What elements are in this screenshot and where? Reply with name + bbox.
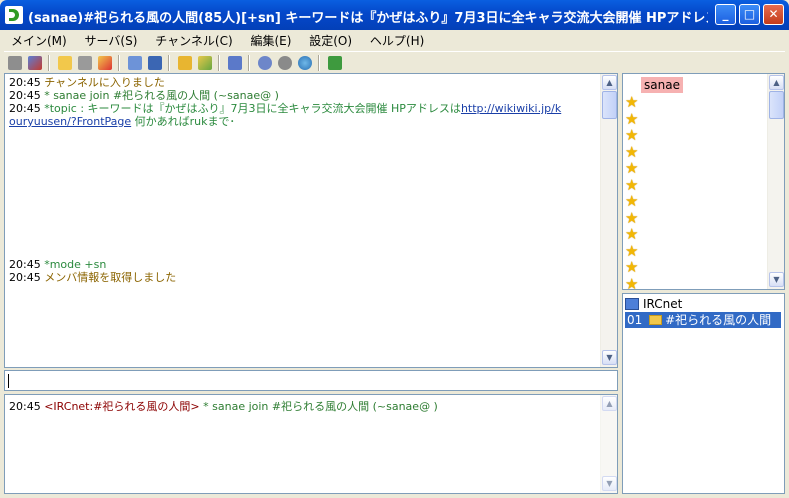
lock-icon[interactable] bbox=[176, 54, 194, 72]
topic-link[interactable]: http://wikiwiki.jp/k bbox=[461, 102, 561, 115]
menu-server[interactable]: サーバ(S) bbox=[78, 30, 145, 50]
log-text: * sanae join #祀られる風の人間 (~sanae@ ) bbox=[199, 400, 438, 413]
close-button[interactable]: ✕ bbox=[763, 4, 784, 25]
star-icon: ★ bbox=[625, 93, 639, 111]
scroll-down-arrow[interactable]: ▼ bbox=[769, 272, 784, 287]
monitor-icon[interactable] bbox=[146, 54, 164, 72]
window-icon[interactable] bbox=[126, 54, 144, 72]
scroll-up-arrow[interactable]: ▲ bbox=[602, 75, 617, 90]
folder-icon bbox=[649, 315, 663, 325]
scroll-thumb[interactable] bbox=[602, 91, 617, 119]
globe-icon[interactable] bbox=[296, 54, 314, 72]
disconnect-icon[interactable] bbox=[6, 54, 24, 72]
topic-link[interactable]: ouryuusen/?FrontPage bbox=[9, 115, 131, 128]
title-bar[interactable]: (sanae)#祀られる風の人間(85人)[+sn] キーワードは『かぜはふり』… bbox=[0, 0, 789, 30]
channel-name: #祀られる風の人間 bbox=[665, 313, 772, 327]
log-line: ouryuusen/?FrontPage 何かあればrukまで･ bbox=[5, 115, 599, 128]
star-icon: ★ bbox=[625, 109, 639, 128]
chat-scrollbar[interactable]: ▲ ▼ bbox=[600, 74, 617, 367]
server-log-scrollbar[interactable]: ▲ ▼ bbox=[600, 395, 617, 493]
chat-log[interactable]: 20:45 チャンネルに入りました 20:45 * sanae join #祀ら… bbox=[4, 73, 618, 368]
log-text: *topic : キーワードは『かぜはふり』7月3日に全キャラ交流大会開催 HP… bbox=[44, 102, 461, 115]
toolbar-separator bbox=[248, 55, 250, 71]
edit-icon[interactable] bbox=[196, 54, 214, 72]
message-input[interactable] bbox=[4, 370, 618, 391]
nick-list[interactable]: sanae ★ ★ ★ ★ ★ ★ ★ ★ ★ ★ ★ ★ ▲ ▼ bbox=[622, 73, 785, 290]
scroll-up-arrow[interactable]: ▲ bbox=[602, 396, 617, 411]
scroll-down-arrow[interactable]: ▼ bbox=[602, 350, 617, 365]
channel-number: 01 bbox=[627, 313, 643, 327]
log-text: メンバ情報を取得しました bbox=[44, 271, 177, 284]
star-icon: ★ bbox=[625, 192, 639, 210]
app-icon[interactable] bbox=[5, 6, 23, 24]
star-icon: ★ bbox=[625, 274, 639, 290]
window-title: (sanae)#祀られる風の人間(85人)[+sn] キーワードは『かぜはふり』… bbox=[28, 11, 708, 26]
menu-settings[interactable]: 設定(O) bbox=[302, 30, 359, 50]
star-icon: ★ bbox=[625, 126, 639, 144]
log-line: 20:45 メンバ情報を取得しました bbox=[5, 271, 599, 284]
log-text: 何かあればrukまで･ bbox=[131, 115, 236, 128]
star-icon: ★ bbox=[625, 241, 639, 260]
maximize-button[interactable]: □ bbox=[739, 4, 760, 25]
scroll-up-arrow[interactable]: ▲ bbox=[769, 75, 784, 90]
log-line: 20:45 *mode +sn bbox=[5, 258, 599, 271]
export-icon[interactable] bbox=[326, 54, 344, 72]
log-time: 20:45 bbox=[9, 76, 41, 89]
log-time: 20:45 bbox=[9, 102, 41, 115]
log-text: チャンネルに入りました bbox=[44, 76, 165, 89]
log-time: 20:45 bbox=[9, 271, 41, 284]
menu-main[interactable]: メイン(M) bbox=[4, 30, 74, 50]
computer-icon bbox=[625, 298, 639, 310]
menu-channel[interactable]: チャンネル(C) bbox=[148, 30, 239, 50]
log-time: 20:45 bbox=[9, 89, 41, 102]
scroll-thumb[interactable] bbox=[769, 91, 784, 119]
check-icon[interactable] bbox=[226, 54, 244, 72]
log-text: *mode +sn bbox=[44, 258, 107, 271]
toolbar-separator bbox=[218, 55, 220, 71]
nick-scrollbar[interactable]: ▲ ▼ bbox=[767, 74, 784, 289]
toolbar-separator bbox=[48, 55, 50, 71]
server-name: IRCnet bbox=[643, 297, 683, 311]
star-icon: ★ bbox=[625, 258, 639, 276]
log-line: 20:45 <IRCnet:#祀られる風の人間> * sanae join #祀… bbox=[5, 400, 617, 413]
folder-icon[interactable] bbox=[56, 54, 74, 72]
part-icon[interactable] bbox=[96, 54, 114, 72]
menu-bar: メイン(M) サーバ(S) チャンネル(C) 編集(E) 設定(O) ヘルプ(H… bbox=[4, 30, 785, 50]
log-time: 20:45 bbox=[9, 258, 41, 271]
star-icon: ★ bbox=[625, 142, 639, 161]
log-line: 20:45 *topic : キーワードは『かぜはふり』7月3日に全キャラ交流大… bbox=[5, 102, 599, 115]
menu-edit[interactable]: 編集(E) bbox=[243, 30, 298, 50]
minimize-button[interactable]: _ bbox=[715, 4, 736, 25]
server-log[interactable]: 20:45 <IRCnet:#祀られる風の人間> * sanae join #祀… bbox=[4, 394, 618, 494]
connect-icon[interactable] bbox=[26, 54, 44, 72]
star-icon: ★ bbox=[625, 159, 639, 177]
log-text: * sanae join #祀られる風の人間 (~sanae@ ) bbox=[44, 89, 279, 102]
tree-server[interactable]: IRCnet bbox=[625, 296, 682, 312]
log-line: 20:45 チャンネルに入りました bbox=[5, 76, 599, 89]
star-icon: ★ bbox=[625, 175, 639, 194]
toolbar-separator bbox=[318, 55, 320, 71]
search-icon[interactable] bbox=[256, 54, 274, 72]
log-time: 20:45 bbox=[9, 400, 41, 413]
toolbar-separator bbox=[118, 55, 120, 71]
toolbar-separator bbox=[168, 55, 170, 71]
speech-icon[interactable] bbox=[276, 54, 294, 72]
nick-item[interactable]: sanae bbox=[641, 77, 683, 93]
log-target: <IRCnet:#祀られる風の人間> bbox=[44, 400, 200, 413]
star-icon: ★ bbox=[625, 225, 639, 243]
toolbar bbox=[4, 51, 785, 73]
star-icon: ★ bbox=[625, 208, 639, 227]
text-caret bbox=[8, 374, 9, 388]
tree-channel[interactable]: 01 #祀られる風の人間 bbox=[625, 312, 781, 328]
channel-icon[interactable] bbox=[76, 54, 94, 72]
channel-tree[interactable]: IRCnet 01 #祀られる風の人間 bbox=[622, 293, 785, 494]
log-line: 20:45 * sanae join #祀られる風の人間 (~sanae@ ) bbox=[5, 89, 599, 102]
menu-help[interactable]: ヘルプ(H) bbox=[363, 30, 431, 50]
scroll-down-arrow[interactable]: ▼ bbox=[602, 476, 617, 491]
